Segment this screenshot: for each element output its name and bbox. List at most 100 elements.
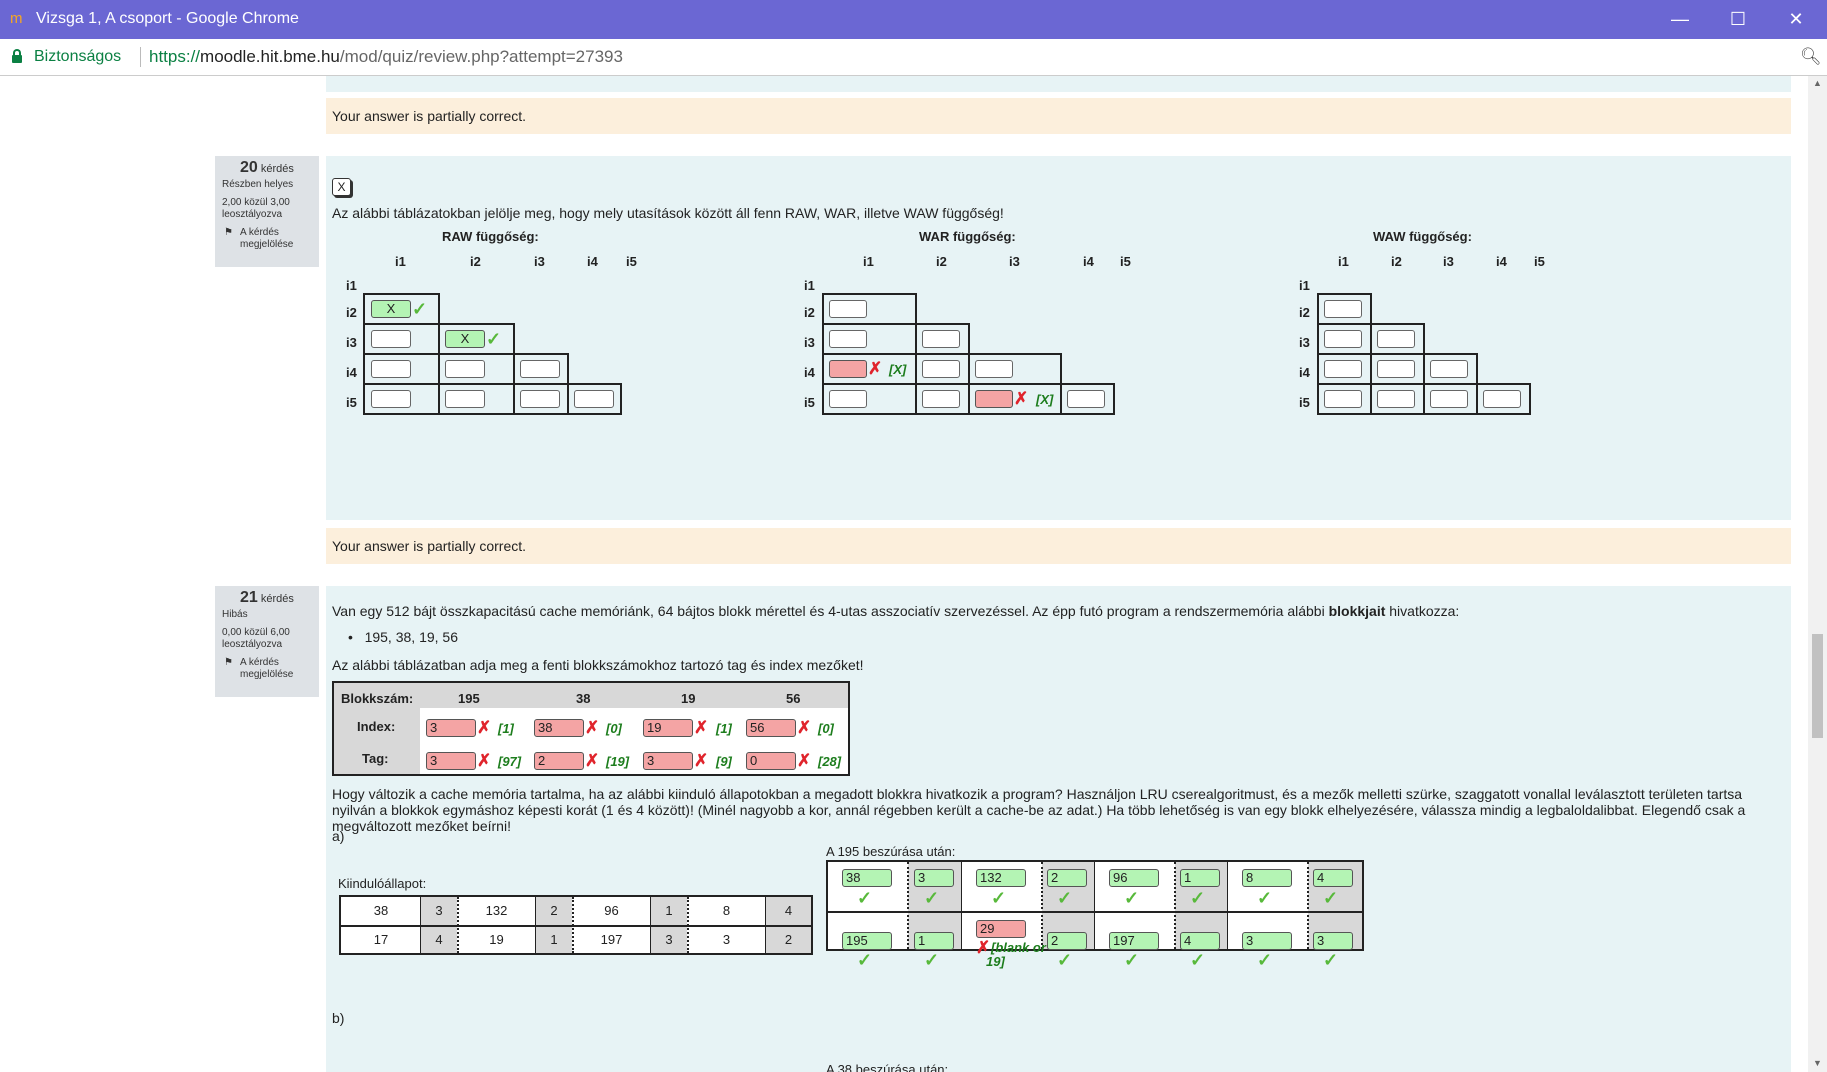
raw-input-i2-i1[interactable]: X	[371, 300, 411, 318]
waw-title: WAW függőség:	[1373, 229, 1472, 244]
block-19: 19	[681, 691, 696, 706]
after-age-input[interactable]: 3	[914, 869, 954, 887]
raw-input-i5-i4[interactable]	[574, 390, 614, 408]
war-col-i5: i5	[1120, 254, 1131, 269]
index-input-19[interactable]: 19	[643, 719, 693, 737]
after-input[interactable]: 195	[842, 932, 892, 950]
raw-input-i3-i2[interactable]: X	[445, 330, 485, 348]
raw-input-i5-i3[interactable]	[520, 390, 560, 408]
question-prompt: Az alábbi táblázatokban jelölje meg, hog…	[332, 205, 1004, 221]
index-input-38[interactable]: 38	[534, 719, 584, 737]
after-age-input[interactable]: 3	[1313, 932, 1353, 950]
correct-check-icon: ✓	[1190, 950, 1206, 970]
after-input[interactable]: 197	[1109, 932, 1159, 950]
waw-input-i5-i1[interactable]	[1324, 390, 1362, 408]
waw-input-i5-i3[interactable]	[1430, 390, 1468, 408]
waw-input-i3-i1[interactable]	[1324, 330, 1362, 348]
raw-row-i3: i3	[346, 335, 357, 350]
correct-answer-hint: [0]	[606, 721, 622, 736]
flag-question-link[interactable]: ⚑ A kérdés megjelölése	[222, 657, 312, 681]
address-bar[interactable]: Biztonságos https://moodle.hit.bme.hu/mo…	[0, 39, 1827, 76]
after-input[interactable]: 8	[1242, 869, 1292, 887]
after-age-input[interactable]: 2	[1047, 869, 1087, 887]
scrollbar-thumb[interactable]	[1812, 634, 1823, 738]
waw-input-i2-i1[interactable]	[1324, 300, 1362, 318]
tag-input-19[interactable]: 3	[643, 752, 693, 770]
war-input-i5-i3[interactable]	[975, 390, 1013, 408]
index-input-195[interactable]: 3	[426, 719, 476, 737]
window-titlebar: m Vizsga 1, A csoport - Google Chrome — …	[0, 0, 1827, 39]
war-input-i5-i2[interactable]	[922, 390, 960, 408]
lock-icon	[12, 49, 22, 63]
raw-col-i5: i5	[626, 254, 637, 269]
raw-input-i5-i1[interactable]	[371, 390, 411, 408]
correct-check-icon: ✓	[1124, 950, 1140, 970]
waw-col-i5: i5	[1534, 254, 1545, 269]
waw-input-i4-i3[interactable]	[1430, 360, 1468, 378]
after-age-input[interactable]: 4	[1180, 932, 1220, 950]
vertical-scrollbar[interactable]: ▲ ▼	[1808, 76, 1827, 1072]
correct-check-icon: ✓	[991, 888, 1007, 908]
correct-check-icon: ✓	[924, 950, 940, 970]
scroll-down-icon[interactable]: ▼	[1812, 1058, 1823, 1068]
after-input[interactable]: 96	[1109, 869, 1159, 887]
after-age-input[interactable]: 4	[1313, 869, 1353, 887]
war-input-i4-i2[interactable]	[922, 360, 960, 378]
maximize-button[interactable]: ☐	[1709, 0, 1767, 39]
raw-input-i4-i1[interactable]	[371, 360, 411, 378]
incorrect-x-icon: ✗	[477, 718, 492, 737]
tag-input-195[interactable]: 3	[426, 752, 476, 770]
raw-row-i4: i4	[346, 365, 357, 380]
after-input[interactable]: 3	[1242, 932, 1292, 950]
waw-input-i3-i2[interactable]	[1377, 330, 1415, 348]
tag-input-38[interactable]: 2	[534, 752, 584, 770]
index-input-56[interactable]: 56	[746, 719, 796, 737]
war-input-i5-i4[interactable]	[1067, 390, 1105, 408]
war-input-i2-i1[interactable]	[829, 300, 867, 318]
close-button[interactable]: ✕	[1767, 0, 1825, 39]
after-age-input[interactable]: 1	[914, 932, 954, 950]
war-input-i5-i1[interactable]	[829, 390, 867, 408]
war-input-i3-i2[interactable]	[922, 330, 960, 348]
correct-check-icon: ✓	[857, 950, 873, 970]
waw-col-i1: i1	[1338, 254, 1349, 269]
war-input-i4-i3[interactable]	[975, 360, 1013, 378]
after-input[interactable]: 38	[842, 869, 892, 887]
waw-col-i4: i4	[1496, 254, 1507, 269]
correct-answer-hint: [28]	[818, 754, 842, 769]
after-input[interactable]: 29	[976, 920, 1026, 938]
raw-input-i4-i2[interactable]	[445, 360, 485, 378]
url-text[interactable]: https://moodle.hit.bme.hu/mod/quiz/revie…	[149, 47, 623, 67]
secure-label[interactable]: Biztonságos	[34, 48, 121, 66]
feedback-q19: Your answer is partially correct.	[326, 98, 1791, 134]
tag-input-56[interactable]: 0	[746, 752, 796, 770]
question-info-21: 21 kérdés Hibás 0,00 közül 6,00 leosztál…	[215, 586, 319, 697]
index-label: Index:	[357, 719, 396, 734]
raw-input-i4-i3[interactable]	[520, 360, 560, 378]
war-input-i3-i1[interactable]	[829, 330, 867, 348]
correct-check-icon: ✓	[1323, 950, 1339, 970]
initial-state-label: Kiindulóállapot:	[338, 876, 427, 891]
scroll-up-icon[interactable]: ▲	[1812, 78, 1823, 88]
after-input[interactable]: 132	[976, 869, 1026, 887]
after-age-input[interactable]: 2	[1047, 932, 1087, 950]
war-input-i4-i1[interactable]	[829, 360, 867, 378]
after-age-input[interactable]: 1	[1180, 869, 1220, 887]
raw-input-i5-i2[interactable]	[445, 390, 485, 408]
waw-input-i5-i2[interactable]	[1377, 390, 1415, 408]
minimize-button[interactable]: —	[1651, 0, 1709, 39]
waw-input-i4-i1[interactable]	[1324, 360, 1362, 378]
zoom-icon[interactable]: 🔍︎	[1800, 47, 1822, 67]
correct-check-icon: ✓	[1057, 888, 1073, 908]
raw-row-i2: i2	[346, 305, 357, 320]
list-item: • 195, 38, 19, 56	[348, 629, 458, 645]
war-title: WAR függőség:	[919, 229, 1016, 244]
flag-question-link[interactable]: ⚑ A kérdés megjelölése	[222, 227, 312, 251]
raw-input-i3-i1[interactable]	[371, 330, 411, 348]
feedback-q20: Your answer is partially correct.	[326, 528, 1791, 564]
part-b-label: b)	[332, 1010, 345, 1026]
correct-answer-hint: [blank or 19]	[986, 940, 1046, 969]
waw-input-i4-i2[interactable]	[1377, 360, 1415, 378]
waw-input-i5-i4[interactable]	[1483, 390, 1521, 408]
block-195: 195	[458, 691, 480, 706]
